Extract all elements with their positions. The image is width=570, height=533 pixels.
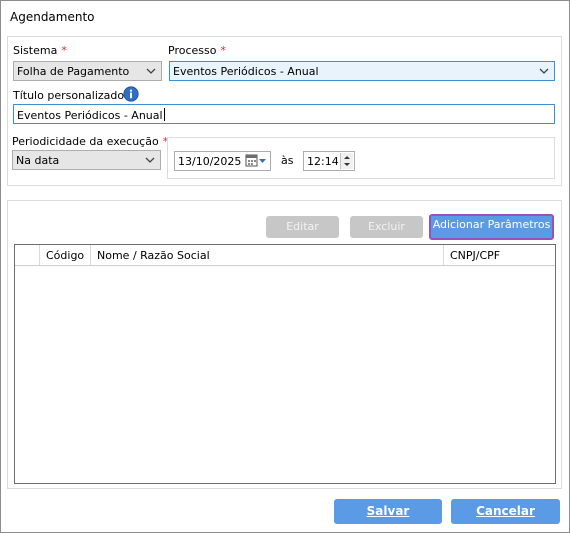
sistema-label: Sistema * (13, 44, 67, 57)
column-nome[interactable]: Nome / Razão Social (91, 245, 444, 265)
periodicidade-value: Na data (16, 154, 60, 167)
chevron-down-icon (539, 68, 549, 74)
sistema-select[interactable]: Folha de Pagamento (13, 61, 162, 81)
table-header: Código Nome / Razão Social CNPJ/CPF (15, 245, 555, 266)
column-codigo[interactable]: Código (40, 245, 91, 265)
processo-value: Eventos Periódicos - Anual (173, 65, 319, 78)
calendar-icon[interactable] (245, 154, 267, 168)
processo-label: Processo * (168, 44, 226, 57)
date-value: 13/10/2025 (178, 155, 242, 168)
titulo-input[interactable]: Eventos Periódicos - Anual (13, 104, 555, 124)
text-caret (163, 108, 165, 121)
titulo-value: Eventos Periódicos - Anual (17, 109, 163, 122)
time-input[interactable]: 12:14 (303, 151, 355, 171)
cancel-button[interactable]: Cancelar (451, 499, 560, 524)
processo-select[interactable]: Eventos Periódicos - Anual (169, 61, 555, 81)
dialog-window: Agendamento Sistema * Folha de Pagamento … (0, 0, 570, 533)
date-input[interactable]: 13/10/2025 (174, 151, 271, 171)
edit-button[interactable]: Editar (266, 216, 339, 238)
periodicidade-label: Periodicidade da execução * (12, 135, 169, 148)
parameters-group: Editar Excluir Adicionar Parâmetros Códi… (7, 200, 562, 489)
window-title: Agendamento (10, 10, 95, 24)
titulo-label: Título personalizado* (13, 89, 134, 102)
as-label: às (281, 154, 294, 167)
parameters-table: Código Nome / Razão Social CNPJ/CPF (14, 244, 556, 484)
add-parameters-button[interactable]: Adicionar Parâmetros (429, 214, 554, 240)
delete-button[interactable]: Excluir (350, 216, 423, 238)
column-select[interactable] (15, 245, 40, 265)
time-spinner[interactable] (340, 153, 353, 169)
info-icon[interactable] (123, 86, 139, 102)
table-body (15, 266, 555, 483)
spin-up-icon[interactable] (342, 154, 352, 161)
sistema-value: Folha de Pagamento (17, 65, 130, 78)
save-button[interactable]: Salvar (334, 499, 442, 524)
periodicidade-select[interactable]: Na data (12, 150, 161, 170)
chevron-down-icon (145, 157, 155, 163)
time-value: 12:14 (307, 155, 339, 168)
column-cnpj[interactable]: CNPJ/CPF (444, 245, 554, 265)
spin-down-icon[interactable] (342, 161, 352, 168)
chevron-down-icon (146, 68, 156, 74)
